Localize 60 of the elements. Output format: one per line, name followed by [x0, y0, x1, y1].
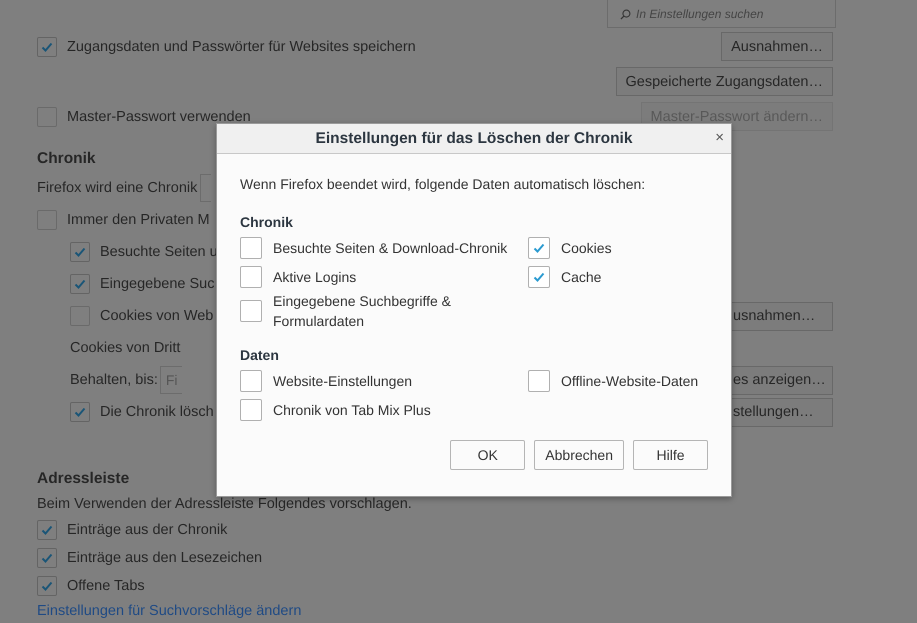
- dialog-title: Einstellungen für das Löschen der Chronik: [316, 130, 632, 148]
- group-heading: Daten: [240, 347, 280, 363]
- page-button[interactable]: Gespeicherte Zugangsdaten…: [616, 67, 833, 96]
- check-icon: [40, 523, 54, 537]
- checkbox[interactable]: [240, 398, 262, 420]
- checkbox-label: Eingegebene Suchbegriffe & Formulardaten: [273, 292, 452, 331]
- checkbox-label: Aktive Logins: [273, 268, 356, 286]
- dialog-intro: Wenn Firefox beendet wird, folgende Daten automatisch löschen:: [240, 176, 646, 192]
- checkbox[interactable]: [240, 266, 262, 288]
- checkbox[interactable]: [37, 520, 57, 540]
- checkbox[interactable]: [70, 274, 90, 294]
- check-icon: [73, 245, 87, 259]
- checkbox[interactable]: [37, 36, 57, 56]
- section-heading: Chronik: [37, 149, 97, 169]
- select-label: Firefox wird eine Chronik: [37, 180, 198, 196]
- checkbox-label: Offline-Website-Daten: [561, 372, 698, 390]
- checkbox-label: Cookies: [561, 238, 612, 258]
- close-button[interactable]: ×: [715, 129, 724, 146]
- checkbox[interactable]: [70, 242, 90, 262]
- checkbox-label: Website-Einstellungen: [273, 372, 412, 390]
- dialog-button[interactable]: Abbrechen: [534, 440, 624, 470]
- select-label: Behalten, bis:: [70, 372, 158, 388]
- section-description: Beim Verwenden der Adressleiste Folgendes vorschlagen.: [37, 495, 413, 514]
- group-heading: Chronik: [240, 214, 294, 230]
- check-icon: [40, 579, 54, 593]
- checkbox-label: Einträge aus der Chronik: [67, 522, 228, 538]
- checkbox[interactable]: [70, 402, 90, 422]
- checkbox-label: Besuchte Seiten & Download-Chronik: [273, 238, 508, 258]
- checkbox-label: Master-Passwort verwenden: [67, 108, 251, 124]
- dialog-button[interactable]: OK: [450, 440, 526, 470]
- checkbox[interactable]: [528, 236, 550, 258]
- checkbox[interactable]: [528, 266, 550, 288]
- checkbox-label: Einträge aus den Lesezeichen: [67, 550, 262, 566]
- section-heading: Adressleiste: [37, 469, 130, 489]
- dialog-button[interactable]: Hilfe: [633, 440, 708, 470]
- checkbox-label: Offene Tabs: [67, 578, 145, 594]
- checkbox-label: Cookies von Web: [100, 308, 214, 324]
- check-icon: [40, 551, 54, 565]
- search-suggestions-link[interactable]: Einstellungen für Suchvorschläge ändern: [37, 603, 302, 619]
- checkbox[interactable]: [37, 576, 57, 596]
- page-button[interactable]: usnahmen…: [732, 302, 833, 330]
- setting-label: Cookies von Dritt: [70, 340, 180, 356]
- checkbox-label: Die Chronik lösch: [100, 404, 214, 420]
- search-field[interactable]: In Einstellungen suchen: [607, 0, 836, 28]
- page-button[interactable]: Ausnahmen…: [721, 32, 833, 61]
- checkbox-label: Eingegebene Suc: [100, 276, 214, 292]
- checkbox[interactable]: [240, 236, 262, 258]
- check-icon: [73, 405, 87, 419]
- check-icon: [73, 277, 87, 291]
- checkbox-label: Chronik von Tab Mix Plus: [273, 400, 431, 420]
- checkbox[interactable]: [37, 548, 57, 568]
- page-button[interactable]: stellungen…: [732, 398, 833, 426]
- checkbox[interactable]: [240, 300, 262, 322]
- checkbox-label: Zugangsdaten und Passwörter für Websites speichern: [67, 38, 416, 54]
- search-icon: [620, 9, 631, 20]
- checkbox[interactable]: [528, 370, 550, 392]
- checkbox[interactable]: [240, 370, 262, 392]
- checkbox-label: Cache: [561, 268, 602, 286]
- checkbox-label: Immer den Privaten M: [67, 212, 210, 228]
- page-button[interactable]: es anzeigen…: [732, 366, 833, 394]
